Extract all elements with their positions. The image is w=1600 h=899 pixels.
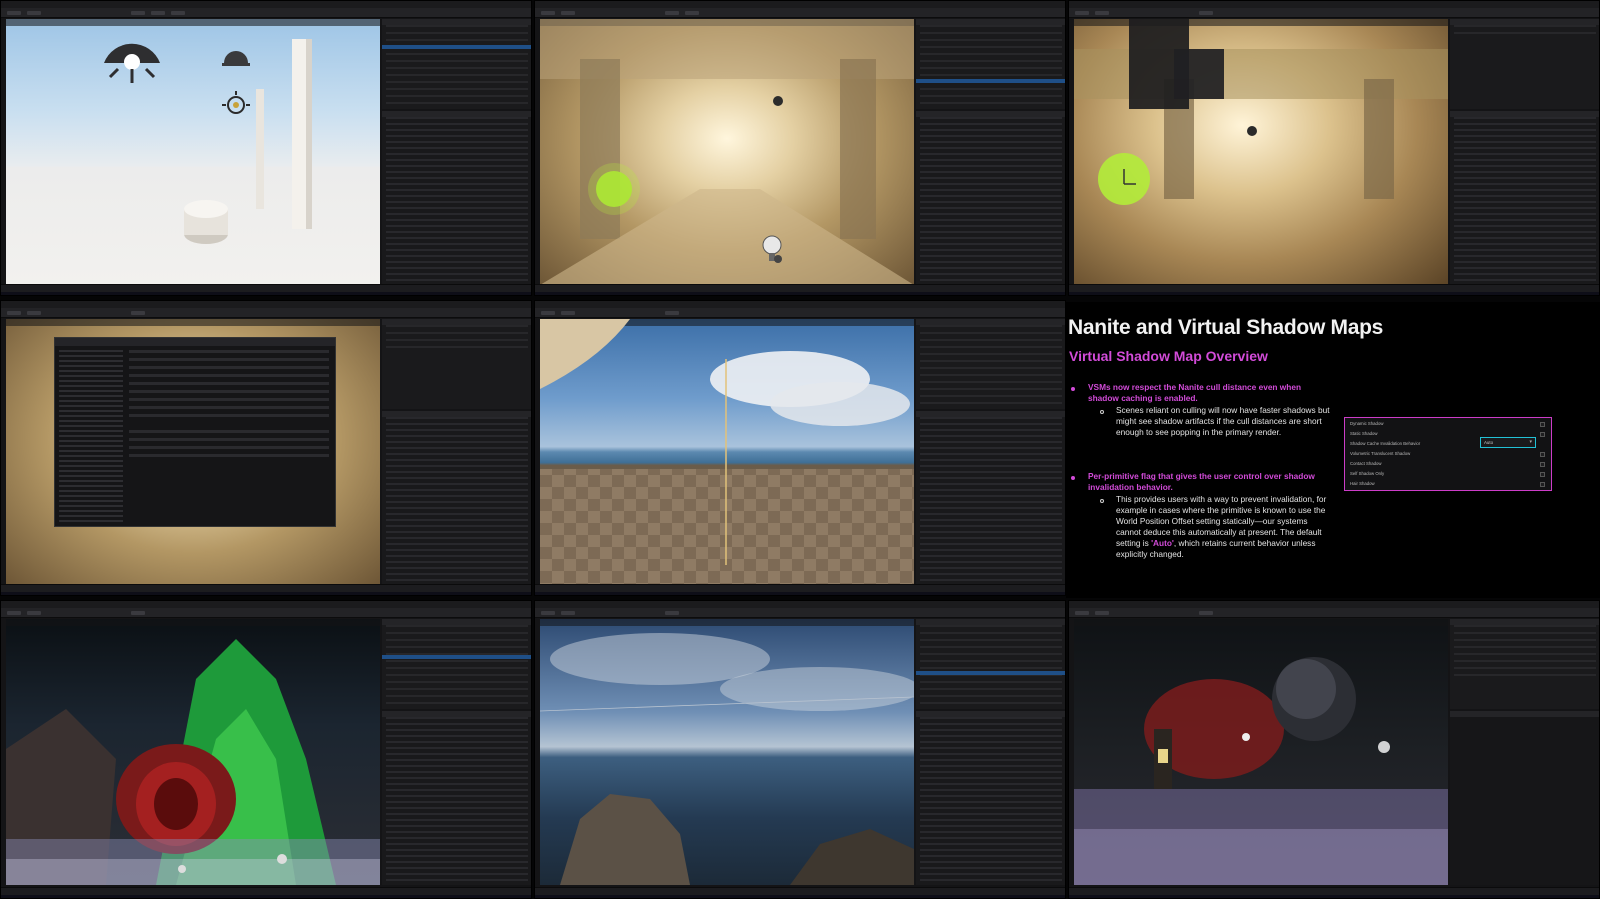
level-viewport[interactable]	[1074, 19, 1448, 285]
setting-static-shadow: Static Shadow	[1350, 431, 1378, 436]
setting-self-shadow-only: Self Shadow Only	[1350, 471, 1385, 476]
details-panel[interactable]	[382, 411, 531, 585]
editor-tile-3	[1068, 0, 1600, 296]
taskbar	[535, 292, 1065, 295]
editor-tile-1	[0, 0, 532, 296]
checkbox[interactable]	[1540, 422, 1545, 427]
level-viewport[interactable]	[540, 619, 914, 885]
directional-light-icon[interactable]	[222, 91, 250, 114]
invalidation-behavior-dropdown[interactable]: Auto	[1480, 437, 1536, 448]
toolbar[interactable]	[535, 308, 1065, 318]
menu-bar[interactable]	[535, 1, 1065, 8]
outliner-panel[interactable]	[916, 619, 1065, 709]
level-viewport[interactable]	[1074, 619, 1448, 885]
editor-tile-8	[1068, 600, 1600, 899]
menu-bar[interactable]	[535, 601, 1065, 608]
setting-volumetric-shadow: Volumetric Translucent Shadow	[1350, 451, 1411, 456]
details-panel[interactable]	[1450, 111, 1599, 285]
checkbox[interactable]	[1540, 432, 1545, 437]
bullet-main-1: VSMs now respect the Nanite cull distanc…	[1088, 382, 1302, 403]
menu-bar[interactable]	[1, 301, 531, 308]
taskbar	[1, 592, 531, 595]
menu-bar[interactable]	[1, 1, 531, 8]
level-viewport[interactable]	[6, 319, 380, 585]
setting-invalidation-behavior: Shadow Cache Invalidation Behavior	[1350, 441, 1421, 446]
bullet-sub-1: Scenes reliant on culling will now have …	[1116, 405, 1330, 437]
toolbar[interactable]	[535, 8, 1065, 18]
outliner-panel[interactable]	[382, 619, 531, 709]
details-panel[interactable]	[916, 111, 1065, 285]
outliner-panel[interactable]	[382, 19, 531, 109]
scene-drawing	[1074, 19, 1448, 205]
menu-bar[interactable]	[1069, 601, 1599, 608]
menu-bar[interactable]	[1, 601, 531, 608]
slide-subtitle: Virtual Shadow Map Overview	[1069, 348, 1268, 364]
taskbar	[535, 592, 1065, 595]
bullet-ring	[1100, 410, 1104, 414]
menu-bar[interactable]	[1069, 1, 1599, 8]
taskbar	[535, 895, 1065, 898]
outliner-panel[interactable]	[382, 319, 531, 409]
taskbar	[1, 895, 531, 898]
scene-drawing	[540, 19, 914, 285]
viewport-toolbar[interactable]	[6, 319, 380, 326]
editor-tile-5	[534, 300, 1066, 596]
details-panel[interactable]	[916, 711, 1065, 885]
outliner-panel[interactable]	[916, 19, 1065, 109]
details-panel[interactable]	[382, 711, 531, 885]
taskbar	[1069, 292, 1599, 295]
setting-contact-shadow: Contact Shadow	[1350, 461, 1382, 466]
outliner-panel[interactable]	[1450, 619, 1599, 709]
bullet-sub-2: This provides users with a way to preven…	[1116, 494, 1334, 560]
bullet-ring	[1100, 499, 1104, 503]
taskbar	[1, 292, 531, 295]
scene-drawing	[104, 39, 312, 244]
submenu	[1174, 49, 1224, 99]
setting-dynamic-shadow: Dynamic Shadow	[1350, 421, 1384, 426]
presentation-slide: Nanite and Virtual Shadow Maps Virtual S…	[1066, 302, 1600, 598]
toolbar[interactable]	[1069, 608, 1599, 618]
checkbox[interactable]	[1540, 452, 1545, 457]
shadow-settings-screenshot: Dynamic Shadow Static Shadow Shadow Cach…	[1344, 417, 1552, 491]
level-viewport[interactable]	[540, 319, 914, 585]
auto-highlight: 'Auto'	[1151, 538, 1174, 548]
outliner-panel[interactable]	[916, 319, 1065, 409]
project-settings-window[interactable]	[54, 337, 336, 527]
scene-drawing	[6, 639, 380, 885]
scene-drawing	[1074, 657, 1448, 885]
bullet-dot	[1071, 387, 1075, 391]
taskbar	[1069, 895, 1599, 898]
bullet-dot	[1071, 476, 1075, 480]
menu-bar[interactable]	[535, 301, 1065, 308]
checkbox[interactable]	[1540, 462, 1545, 467]
details-panel[interactable]	[382, 111, 531, 285]
level-viewport[interactable]	[540, 19, 914, 285]
atmosphere-light-icon[interactable]	[222, 51, 250, 66]
details-panel[interactable]	[916, 411, 1065, 585]
editor-tile-2	[534, 0, 1066, 296]
sky-light-icon[interactable]	[104, 43, 160, 83]
scene-drawing	[540, 319, 914, 585]
editor-tile-4	[0, 300, 532, 596]
video-thumbnail-grid: Nanite and Virtual Shadow Maps Virtual S…	[0, 0, 1600, 899]
level-viewport[interactable]	[6, 19, 380, 285]
checkbox[interactable]	[1540, 482, 1545, 487]
setting-hair-shadow: Hair Shadow	[1350, 481, 1375, 486]
slide-title: Nanite and Virtual Shadow Maps	[1068, 316, 1384, 339]
toolbar[interactable]	[1069, 8, 1599, 18]
bullet-main-2: Per-primitive flag that gives the user c…	[1088, 471, 1315, 492]
level-viewport[interactable]	[6, 619, 380, 885]
toolbar[interactable]	[1, 8, 531, 18]
toolbar[interactable]	[535, 608, 1065, 618]
details-panel[interactable]	[1450, 711, 1599, 885]
scene-drawing	[540, 633, 914, 885]
editor-tile-6	[0, 600, 532, 899]
checkbox[interactable]	[1540, 472, 1545, 477]
toolbar[interactable]	[1, 608, 531, 618]
toolbar[interactable]	[1, 308, 531, 318]
outliner-panel[interactable]	[1450, 19, 1599, 109]
editor-tile-7	[534, 600, 1066, 899]
